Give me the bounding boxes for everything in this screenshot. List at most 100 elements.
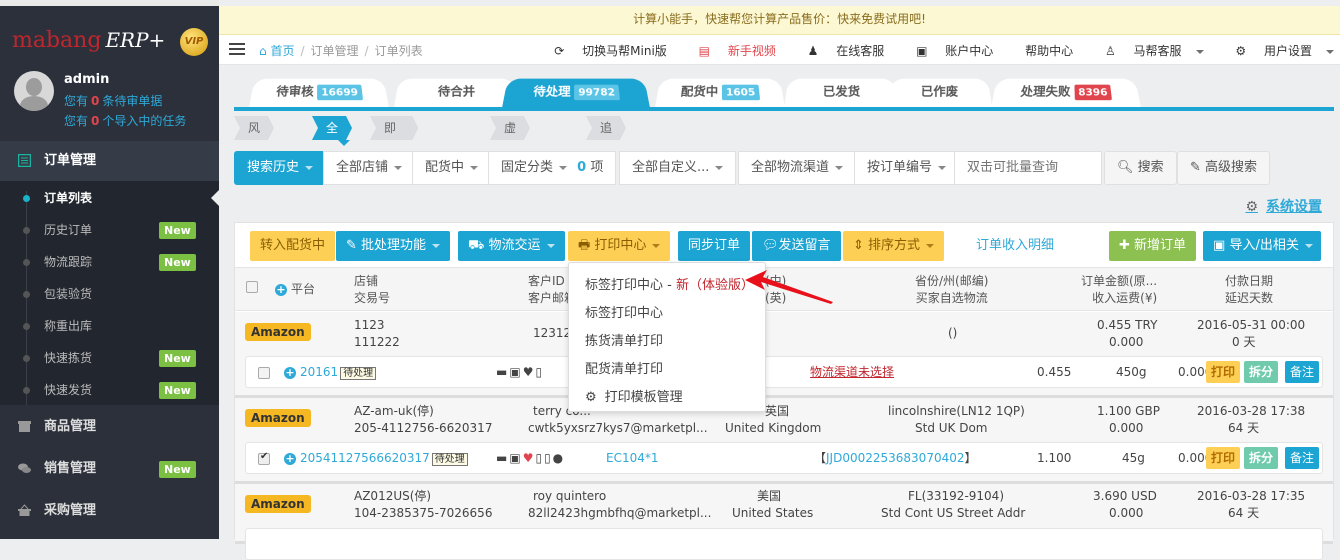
sidebar-item-sales-management[interactable]: 销售管理 New — [0, 449, 219, 489]
search-button[interactable]: 🔍︎ 搜索 — [1104, 151, 1177, 185]
subtab-expiring[interactable]: 即将到期0 — [370, 116, 418, 140]
subtab-all[interactable]: 全部 — [312, 116, 352, 140]
avatar[interactable] — [14, 71, 54, 111]
tab-pending-process[interactable]: 待处理 99782 — [502, 78, 650, 108]
menu-item-label-print[interactable]: 标签打印中心 — [585, 302, 663, 321]
col-platform[interactable]: + 平台 — [275, 281, 315, 298]
info-icon[interactable]: ● — [553, 451, 565, 465]
advanced-search-button[interactable]: ✎ 高级搜索 — [1177, 151, 1271, 185]
tab-shipped[interactable]: 已发货 — [784, 78, 899, 108]
sidebar-item-package-inspection[interactable]: 包装验货 — [0, 278, 219, 310]
clipboard-icon[interactable]: ▯ — [535, 365, 544, 379]
broken-heart-icon[interactable]: ♥ — [523, 451, 536, 465]
tab-pending-review[interactable]: 待审核 16699 — [249, 78, 389, 108]
online-support-link[interactable]: ♟ 在线客服 — [794, 44, 885, 58]
list-icon — [18, 154, 31, 167]
order-id-link[interactable]: +20541127566620317 待处理 — [284, 450, 468, 468]
sidebar-item-order-list[interactable]: 订单列表 — [0, 182, 219, 214]
split-button[interactable]: 拆分 — [1244, 361, 1279, 383]
note-button[interactable]: 备注 — [1285, 447, 1320, 469]
menu-item-picking-list-print[interactable]: 拣货清单打印 — [585, 330, 663, 349]
order-checkbox[interactable] — [258, 367, 270, 379]
print-button[interactable]: 打印 — [1206, 361, 1241, 383]
breadcrumb-item: 订单列表 — [374, 44, 423, 58]
income-detail-link[interactable]: 订单收入明细 — [966, 231, 1064, 261]
help-center-link[interactable]: 帮助中心 — [1011, 44, 1073, 58]
import-task-notice[interactable]: 您有 0 个导入中的任务 — [64, 112, 186, 129]
active-indicator-icon — [211, 190, 219, 206]
tab-label: 已发货 — [822, 85, 861, 100]
select-all-checkbox[interactable] — [246, 281, 258, 293]
menu-item-packing-list-print[interactable]: 配货清单打印 — [585, 358, 663, 377]
logistics-not-selected-link[interactable]: 物流渠道未选择 — [810, 364, 894, 381]
tab-voided[interactable]: 已作废 — [887, 78, 992, 108]
sidebar-item-quick-shipping[interactable]: 快速发货 New — [0, 374, 219, 406]
search-history-dropdown[interactable]: 搜索历史 — [234, 151, 327, 185]
sidebar-item-logistics-tracking[interactable]: 物流跟踪 New — [0, 246, 219, 278]
subtab-extra-package[interactable]: 追加包裹 — [586, 116, 626, 140]
logistics-channel-dropdown[interactable]: 全部物流渠道 — [738, 151, 857, 185]
logo[interactable]: mabang ERP+ — [12, 28, 165, 53]
sort-dropdown[interactable]: ⇕ 排序方式 — [843, 231, 945, 261]
print-icon: 🖶︎ — [578, 238, 591, 253]
order-checkbox[interactable] — [258, 451, 270, 465]
sidebar-item-purchase-management[interactable]: 采购管理 — [0, 491, 219, 531]
sku-link[interactable]: EC104*1 — [606, 450, 659, 467]
sync-orders-button[interactable]: 同步订单 — [678, 231, 751, 261]
pending-review-notice[interactable]: 您有 0 条待审单据 — [64, 92, 162, 109]
sidebar-item-product-management[interactable]: 商品管理 — [0, 407, 219, 447]
comment-icon[interactable]: ▬ — [496, 451, 509, 465]
subtab-fake-shipping[interactable]: 虚假发货 — [490, 116, 530, 140]
heart-icon[interactable]: ♥ — [523, 365, 536, 379]
new-badge: New — [159, 382, 196, 399]
shipping-income: 0.000 — [1109, 335, 1144, 349]
tab-picking[interactable]: 配货中 1605 — [655, 78, 785, 108]
tracking-number[interactable]: 【JJD0002253683070402】 — [814, 450, 977, 467]
platform-badge: Amazon — [245, 409, 311, 427]
print-button[interactable]: 打印 — [1206, 447, 1241, 469]
to-picking-button[interactable]: 转入配货中 — [250, 231, 336, 261]
subtab-risk-control[interactable]: 风控中 — [234, 116, 274, 140]
tab-pending-merge[interactable]: 待合并 — [394, 78, 519, 108]
system-settings-link[interactable]: ⚙ 系统设置 — [1245, 196, 1322, 216]
sidebar-item-history-orders[interactable]: 历史订单 New — [0, 214, 219, 246]
breadcrumb-item[interactable]: 订单管理 — [311, 44, 359, 58]
promo-banner[interactable]: 计算小能手，快速帮您计算产品售价：快来免费试用吧! — [219, 6, 1340, 35]
battery-icon[interactable]: ▯ — [544, 451, 553, 465]
sidebar-item-label: 包装验货 — [44, 287, 93, 301]
note-button[interactable]: 备注 — [1285, 361, 1320, 383]
logistics-ship-dropdown[interactable]: ⛟ 物流交运 — [458, 231, 565, 261]
status-dropdown[interactable]: 配货中 — [412, 151, 492, 185]
mabang-support-dropdown[interactable]: ♙ 马帮客服 — [1091, 44, 1204, 58]
account-center-link[interactable]: ▣ 账户中心 — [902, 44, 993, 58]
breadcrumb-home[interactable]: ⌂ 首页 — [259, 44, 294, 58]
sidebar-item-weigh-outbound[interactable]: 称重出库 — [0, 310, 219, 342]
import-export-dropdown[interactable]: ▣ 导入/出相关 — [1203, 231, 1321, 261]
tab-failed[interactable]: 处理失败 8396 — [991, 78, 1141, 108]
menu-toggle-icon[interactable] — [229, 43, 245, 56]
comment-icon[interactable]: ▬ — [496, 365, 509, 379]
add-order-button[interactable]: ✚ 新增订单 — [1109, 231, 1197, 261]
send-message-button[interactable]: 💬︎发送留言 — [752, 231, 841, 261]
search-field-dropdown[interactable]: 按订单编号 — [854, 151, 960, 185]
print-center-dropdown[interactable]: 🖶︎ 打印中心 — [568, 231, 671, 261]
batch-process-dropdown[interactable]: ✎ 批处理功能 — [336, 231, 451, 261]
print-icon[interactable]: ▣ — [509, 365, 522, 379]
switch-mini-link[interactable]: ⟳ 切换马帮Mini版 — [540, 44, 667, 58]
user-settings-dropdown[interactable]: ⚙ 用户设置 — [1221, 44, 1334, 58]
split-button[interactable]: 拆分 — [1244, 447, 1279, 469]
print-icon[interactable]: ▣ — [509, 451, 522, 465]
menu-item-label-print-new[interactable]: 标签打印中心 - 新（体验版） — [585, 274, 754, 293]
order-id-link[interactable]: +20161 待处理 — [284, 364, 377, 382]
store-dropdown[interactable]: 全部店铺 — [323, 151, 416, 185]
sidebar-item-quick-picking[interactable]: 快速拣货 New — [0, 342, 219, 374]
sidebar-item-order-management[interactable]: 订单管理 — [0, 141, 219, 181]
gear-icon: ⚙ — [585, 390, 597, 405]
search-input[interactable] — [967, 160, 1087, 175]
category-dropdown[interactable]: 固定分类 0 项 — [488, 151, 617, 185]
menu-item-template-management[interactable]: ⚙ 打印模板管理 — [585, 386, 683, 405]
tutorial-video-link[interactable]: ▤ 新手视频 — [685, 44, 776, 58]
clipboard-icon[interactable]: ▯ — [535, 451, 544, 465]
col-label: 收入运费(¥) — [1092, 291, 1158, 305]
custom-category-dropdown[interactable]: 全部自定义... — [619, 151, 737, 185]
